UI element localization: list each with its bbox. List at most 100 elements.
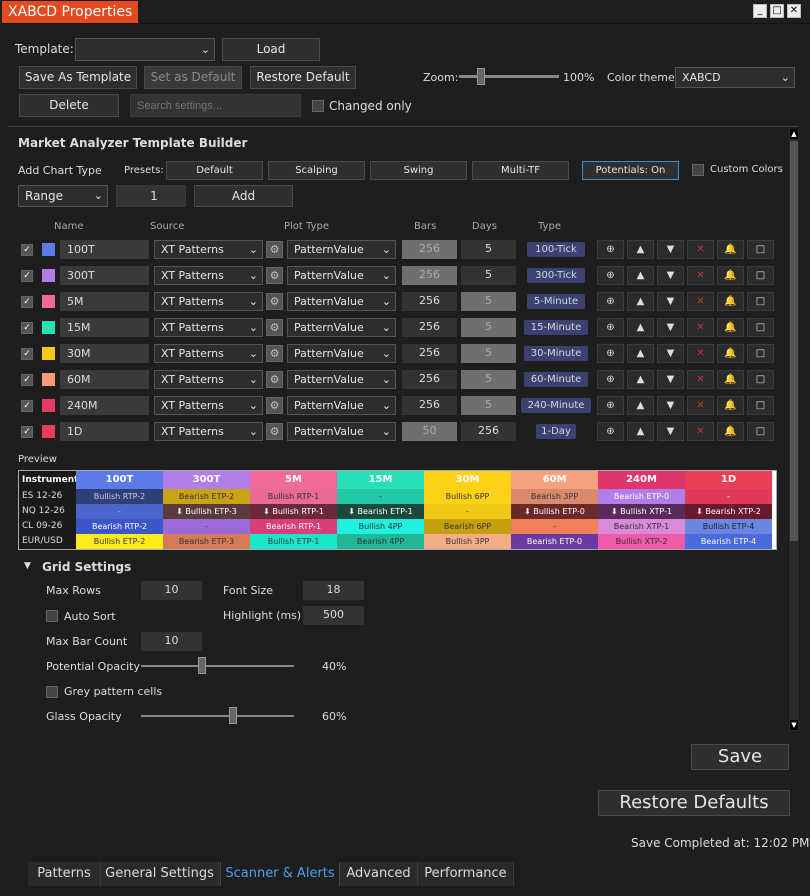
scrollbar-thumb[interactable] [790, 141, 798, 541]
target-icon[interactable]: ⊕ [597, 318, 624, 337]
preset-scalping[interactable]: Scalping [268, 161, 365, 180]
move-up-icon[interactable]: ▲ [627, 344, 654, 363]
row-bars-input[interactable]: 50 [402, 422, 457, 441]
collapse-icon[interactable]: ▼ [24, 561, 31, 571]
row-enabled-checkbox[interactable]: ✓ [21, 348, 33, 360]
scroll-down-icon[interactable]: ▼ [790, 720, 798, 730]
delete-button[interactable]: Delete [19, 94, 119, 117]
target-icon[interactable]: ⊕ [597, 344, 624, 363]
row-source-select[interactable]: XT Patterns ⌄ [154, 318, 263, 337]
row-color-swatch[interactable] [42, 243, 55, 256]
potential-opacity-track[interactable] [141, 665, 294, 667]
bell-icon[interactable]: 🔔 [717, 318, 744, 337]
restore-defaults-button[interactable]: Restore Defaults [598, 790, 790, 816]
row-name-input[interactable]: 15M [60, 318, 149, 337]
box-icon[interactable]: □ [747, 292, 774, 311]
row-name-input[interactable]: 5M [60, 292, 149, 311]
row-source-select[interactable]: XT Patterns ⌄ [154, 422, 263, 441]
bell-icon[interactable]: 🔔 [717, 422, 744, 441]
scroll-up-icon[interactable]: ▲ [790, 129, 798, 139]
glass-opacity-handle[interactable] [228, 707, 237, 724]
target-icon[interactable]: ⊕ [597, 396, 624, 415]
move-up-icon[interactable]: ▲ [627, 422, 654, 441]
row-days-input[interactable]: 5 [461, 292, 516, 311]
row-bars-input[interactable]: 256 [402, 318, 457, 337]
move-down-icon[interactable]: ▼ [657, 396, 684, 415]
row-source-select[interactable]: XT Patterns ⌄ [154, 292, 263, 311]
bell-icon[interactable]: 🔔 [717, 344, 744, 363]
tab-scanner-alerts[interactable]: Scanner & Alerts [220, 862, 340, 886]
font-size-input[interactable]: 18 [303, 581, 364, 600]
row-enabled-checkbox[interactable]: ✓ [21, 426, 33, 438]
delete-icon[interactable]: ✕ [687, 422, 714, 441]
add-button[interactable]: Add [194, 185, 293, 207]
row-enabled-checkbox[interactable]: ✓ [21, 374, 33, 386]
row-enabled-checkbox[interactable]: ✓ [21, 270, 33, 282]
move-down-icon[interactable]: ▼ [657, 240, 684, 259]
move-up-icon[interactable]: ▲ [627, 292, 654, 311]
row-plot-type-select[interactable]: PatternValue ⌄ [287, 422, 396, 441]
set-as-default-button[interactable]: Set as Default [144, 66, 242, 89]
zoom-slider-handle[interactable] [477, 68, 485, 85]
move-down-icon[interactable]: ▼ [657, 318, 684, 337]
row-name-input[interactable]: 60M [60, 370, 149, 389]
move-up-icon[interactable]: ▲ [627, 396, 654, 415]
gear-icon[interactable]: ⚙ [266, 241, 283, 258]
target-icon[interactable]: ⊕ [597, 422, 624, 441]
row-name-input[interactable]: 240M [60, 396, 149, 415]
tab-advanced[interactable]: Advanced [340, 862, 418, 886]
maximize-button[interactable]: □ [770, 4, 784, 18]
box-icon[interactable]: □ [747, 240, 774, 259]
bell-icon[interactable]: 🔔 [717, 370, 744, 389]
row-name-input[interactable]: 300T [60, 266, 149, 285]
row-plot-type-select[interactable]: PatternValue ⌄ [287, 266, 396, 285]
row-color-swatch[interactable] [42, 347, 55, 360]
box-icon[interactable]: □ [747, 396, 774, 415]
delete-icon[interactable]: ✕ [687, 396, 714, 415]
bell-icon[interactable]: 🔔 [717, 240, 744, 259]
max-rows-input[interactable]: 10 [141, 581, 202, 600]
preset-default[interactable]: Default [166, 161, 263, 180]
highlight-input[interactable]: 500 [303, 606, 364, 625]
row-bars-input[interactable]: 256 [402, 396, 457, 415]
move-down-icon[interactable]: ▼ [657, 422, 684, 441]
tab-general-settings[interactable]: General Settings [101, 862, 219, 886]
row-bars-input[interactable]: 256 [402, 266, 457, 285]
minimize-button[interactable]: _ [753, 4, 767, 18]
search-input[interactable] [130, 94, 301, 117]
potential-opacity-handle[interactable] [198, 657, 207, 674]
row-source-select[interactable]: XT Patterns ⌄ [154, 240, 263, 259]
save-as-template-button[interactable]: Save As Template [19, 66, 137, 89]
tab-performance[interactable]: Performance [418, 862, 514, 886]
restore-default-button[interactable]: Restore Default [250, 66, 356, 89]
zoom-slider-track[interactable] [459, 75, 559, 78]
row-days-input[interactable]: 5 [461, 266, 516, 285]
move-down-icon[interactable]: ▼ [657, 266, 684, 285]
gear-icon[interactable]: ⚙ [266, 423, 283, 440]
tab-patterns[interactable]: Patterns [28, 862, 101, 886]
target-icon[interactable]: ⊕ [597, 240, 624, 259]
row-enabled-checkbox[interactable]: ✓ [21, 296, 33, 308]
row-name-input[interactable]: 1D [60, 422, 149, 441]
delete-icon[interactable]: ✕ [687, 292, 714, 311]
preset-swing[interactable]: Swing [370, 161, 467, 180]
row-bars-input[interactable]: 256 [402, 344, 457, 363]
row-color-swatch[interactable] [42, 295, 55, 308]
box-icon[interactable]: □ [747, 422, 774, 441]
auto-sort-checkbox[interactable] [46, 610, 58, 622]
box-icon[interactable]: □ [747, 266, 774, 285]
row-plot-type-select[interactable]: PatternValue ⌄ [287, 344, 396, 363]
row-color-swatch[interactable] [42, 373, 55, 386]
preset-multi-tf[interactable]: Multi-TF [472, 161, 569, 180]
row-source-select[interactable]: XT Patterns ⌄ [154, 266, 263, 285]
row-source-select[interactable]: XT Patterns ⌄ [154, 396, 263, 415]
count-input[interactable]: 1 [116, 185, 186, 207]
target-icon[interactable]: ⊕ [597, 370, 624, 389]
color-theme-select[interactable]: XABCD ⌄ [675, 67, 795, 88]
row-name-input[interactable]: 100T [60, 240, 149, 259]
close-button[interactable]: ✕ [787, 4, 801, 18]
move-down-icon[interactable]: ▼ [657, 370, 684, 389]
delete-icon[interactable]: ✕ [687, 240, 714, 259]
row-bars-input[interactable]: 256 [402, 240, 457, 259]
move-up-icon[interactable]: ▲ [627, 240, 654, 259]
